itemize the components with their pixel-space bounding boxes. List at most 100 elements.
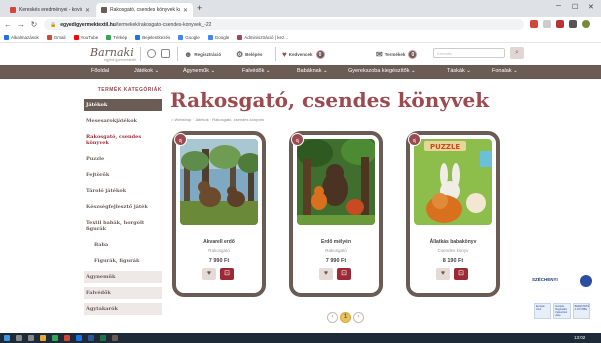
heart-icon: ♥ bbox=[282, 50, 287, 59]
maximize-icon[interactable]: ☐ bbox=[572, 3, 578, 11]
bookmark-maps[interactable]: Térkép bbox=[106, 34, 127, 40]
sidebar-item-quiet-books[interactable]: Rakosgató, csendes könyvek bbox=[84, 131, 162, 149]
sidebar-item-bedding[interactable]: Ágyneműk bbox=[84, 271, 162, 283]
puzzle-icon[interactable] bbox=[569, 20, 577, 28]
sidebar-item-figures[interactable]: Figurák, figurák bbox=[84, 255, 162, 267]
site-header: Barnaki egyedi gyermektextil ☻ Regisztrá… bbox=[0, 43, 601, 65]
product-badge: 0j bbox=[408, 133, 421, 146]
add-to-favorites-button[interactable]: ♥ bbox=[202, 268, 216, 280]
bookmark-google[interactable]: Google bbox=[207, 34, 229, 40]
chrome-icon[interactable] bbox=[52, 335, 58, 341]
login-icon bbox=[135, 34, 141, 40]
nav-bedding[interactable]: Ágyneműk ⌄ bbox=[183, 68, 215, 74]
product-image[interactable] bbox=[297, 139, 375, 225]
nav-yarns[interactable]: Fonalak ⌄ bbox=[492, 68, 518, 74]
product-name[interactable]: Akvarell erdő bbox=[176, 239, 262, 245]
address-bar[interactable]: 🔒 egyedigyermektextil.hu /termekek/rakos… bbox=[44, 19, 524, 30]
bookmark-admin[interactable]: Adminisztráció | kez... bbox=[237, 34, 288, 40]
task-view-icon[interactable] bbox=[28, 335, 34, 341]
product-category[interactable]: Rakosgató bbox=[176, 248, 262, 253]
file-explorer-icon[interactable] bbox=[40, 335, 46, 341]
facebook-icon[interactable] bbox=[147, 49, 156, 58]
app-icon[interactable] bbox=[64, 335, 70, 341]
lock-icon: 🔒 bbox=[50, 21, 57, 28]
gmail-icon bbox=[46, 34, 52, 40]
eu-fund-logo: Európai Regionális Fejlesztési Alap bbox=[553, 303, 571, 319]
product-badge: 0j bbox=[174, 133, 187, 146]
search-button[interactable]: ⌕ bbox=[510, 47, 524, 59]
product-price: 7 990 Ft bbox=[325, 258, 347, 264]
sidebar-item-brain-teasers[interactable]: Fejtörők bbox=[84, 169, 162, 181]
sidebar-item-storage-toys[interactable]: Tároló játékok bbox=[84, 185, 162, 197]
excel-icon[interactable] bbox=[100, 335, 106, 341]
browser-tab-bar: Kereskés eredményei - kovics1@... ✕ Rako… bbox=[0, 0, 601, 17]
windows-start-icon[interactable] bbox=[4, 335, 10, 341]
word-icon[interactable] bbox=[88, 335, 94, 341]
back-icon[interactable]: ← bbox=[3, 20, 13, 29]
breadcrumb-text[interactable]: Webshop · Játékok · Rakosgató, csendes k… bbox=[175, 117, 265, 122]
add-to-cart-button[interactable]: ⊡ bbox=[337, 268, 351, 280]
sidebar-item-bedspreads[interactable]: Ágytakarók bbox=[84, 303, 162, 315]
pagination-current[interactable]: 1 bbox=[340, 312, 351, 323]
bookmark-login[interactable]: Bejelentkezés bbox=[135, 34, 170, 40]
pagination-next[interactable]: › bbox=[353, 312, 364, 323]
sidebar-item-wall-protectors[interactable]: Falvédők bbox=[84, 287, 162, 299]
pagination-prev[interactable]: ‹ bbox=[327, 312, 338, 323]
bookmark-youtube[interactable]: YouTube bbox=[73, 34, 98, 40]
nav-home[interactable]: Főoldal bbox=[91, 68, 109, 74]
app-icon[interactable] bbox=[76, 335, 82, 341]
product-category[interactable]: Rakosgató bbox=[293, 248, 379, 253]
login-link[interactable]: ⚙ Belépés bbox=[236, 50, 262, 59]
nav-toys[interactable]: Játékok ⌄ bbox=[134, 68, 159, 74]
star-icon[interactable] bbox=[543, 20, 551, 28]
add-to-favorites-button[interactable]: ♥ bbox=[319, 268, 333, 280]
bookmark-gmail[interactable]: Gmail bbox=[46, 34, 66, 40]
product-name[interactable]: Állatkás babakönyv bbox=[410, 239, 496, 245]
close-tab-icon[interactable]: ✕ bbox=[85, 7, 90, 14]
close-tab-icon[interactable]: ✕ bbox=[183, 7, 188, 14]
bookmark-google[interactable]: Google bbox=[178, 34, 200, 40]
sponsor-badge[interactable]: SZÉCHENYI Európai Unió Európai Regionáli… bbox=[520, 275, 592, 325]
product-image[interactable]: PUZZLE bbox=[414, 139, 492, 225]
registration-link[interactable]: ☻ Regisztráció bbox=[184, 50, 221, 59]
heart-icon: ♥ bbox=[440, 270, 446, 277]
search-icon[interactable] bbox=[16, 335, 22, 341]
breadcrumb: ⌂ Webshop · Játékok · Rakosgató, csendes… bbox=[171, 117, 264, 122]
nav-nursery-accessories[interactable]: Gyerekszoba kiegészítők ⌄ bbox=[348, 68, 416, 74]
extension-icon[interactable] bbox=[530, 20, 538, 28]
product-image[interactable] bbox=[180, 139, 258, 225]
nav-wall-protectors[interactable]: Falvédők ⌄ bbox=[242, 68, 270, 74]
product-price: 8 190 Ft bbox=[442, 258, 464, 264]
extension-icon[interactable] bbox=[556, 20, 564, 28]
cart-link[interactable]: ✉ Termékek 0 bbox=[376, 50, 418, 59]
bookmark-apps[interactable]: Alkalmazások bbox=[4, 34, 39, 40]
browser-tab-current[interactable]: Rakosgató, csendes könyvek kat... ✕ bbox=[96, 3, 193, 17]
add-to-cart-button[interactable]: ⊡ bbox=[454, 268, 468, 280]
forward-icon[interactable]: → bbox=[16, 20, 26, 29]
reload-icon[interactable]: ↻ bbox=[29, 20, 39, 29]
close-window-icon[interactable]: ✕ bbox=[588, 3, 594, 11]
product-category[interactable]: Csendes könyv bbox=[410, 248, 496, 253]
sidebar-item-toys[interactable]: Játékok bbox=[84, 99, 162, 111]
profile-avatar[interactable] bbox=[582, 20, 590, 28]
new-tab-button[interactable]: + bbox=[197, 3, 202, 13]
app-icon[interactable] bbox=[112, 335, 118, 341]
product-card[interactable]: 0j Erdő mélyén Rakosgató 7 990 Ft ♥ ⊡ bbox=[289, 131, 383, 297]
search-input[interactable]: Keresés bbox=[433, 48, 505, 58]
minimize-icon[interactable]: ─ bbox=[556, 3, 561, 10]
browser-tab-search[interactable]: Kereskés eredményei - kovics1@... ✕ bbox=[5, 3, 95, 17]
product-name[interactable]: Erdő mélyén bbox=[293, 239, 379, 245]
sidebar-item-puzzle[interactable]: Puzzle bbox=[84, 153, 162, 165]
product-card[interactable]: PUZZLE 0j Állatkás babakönyv Csendes kön… bbox=[406, 131, 500, 297]
product-card[interactable]: 0j Akvarell erdő Rakosgató 7 990 Ft ♥ ⊡ bbox=[172, 131, 266, 297]
sidebar-item-doll[interactable]: Baba bbox=[84, 239, 162, 251]
add-to-cart-button[interactable]: ⊡ bbox=[220, 268, 234, 280]
instagram-icon[interactable] bbox=[161, 49, 170, 58]
nav-bags[interactable]: Táskák ⌄ bbox=[447, 68, 471, 74]
favorites-link[interactable]: ♥ Kedvencek 0 bbox=[282, 50, 325, 59]
sidebar-item-skill-development[interactable]: Készségfejlesztő játék bbox=[84, 201, 162, 213]
sidebar-item-story-corner[interactable]: Mesesarokjátékok bbox=[84, 115, 162, 127]
nav-babies[interactable]: Babáknak ⌄ bbox=[297, 68, 328, 74]
sidebar-item-textile-dolls[interactable]: Textil babák, horgolt figurák bbox=[84, 217, 162, 235]
add-to-favorites-button[interactable]: ♥ bbox=[436, 268, 450, 280]
